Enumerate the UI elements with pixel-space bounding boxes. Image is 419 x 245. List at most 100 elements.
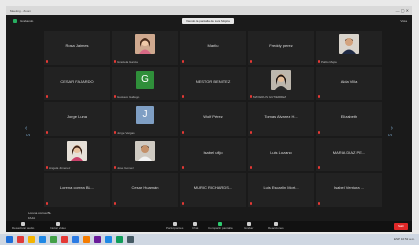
participant-name: Lorena correa BL...	[59, 185, 95, 191]
participant-video	[67, 140, 87, 161]
participant-label: Angela Jimenez	[49, 166, 71, 171]
participant-tile[interactable]: Luis Escarlin Mort...	[248, 173, 314, 207]
participant-video	[135, 34, 155, 54]
participant-tile[interactable]: MURIC RICHARDS...	[180, 173, 246, 207]
muted-mic-icon	[318, 59, 320, 63]
participant-tile[interactable]: Jorge Luna	[44, 102, 110, 136]
system-tray-clock: ESP 10:52 a.m.	[394, 237, 415, 241]
participant-name: Isabel ufijo	[203, 149, 223, 155]
leave-button[interactable]: Salir	[394, 223, 408, 230]
zoom-window: Meeting - Zoom — ▢ ✕ Grabando Viendo la …	[6, 6, 412, 232]
participant-name: Cesar Huamán	[131, 185, 159, 191]
toolbar-label: Participantes	[166, 226, 184, 230]
recording-status: Grabando	[20, 19, 34, 23]
participant-name: Aida Villa	[340, 78, 358, 84]
taskbar-app-icon[interactable]	[28, 236, 35, 243]
muted-mic-icon	[250, 59, 252, 63]
toolbar-label: Reacciones	[268, 226, 284, 230]
participant-tile[interactable]: Isabel Ventura ...	[316, 173, 382, 207]
view-button[interactable]: Vista	[400, 19, 407, 23]
participant-tile[interactable]: Angela Jimenez	[44, 137, 110, 172]
taskbar-app-icon[interactable]	[72, 236, 79, 243]
muted-mic-icon	[318, 201, 320, 205]
participant-tile[interactable]: Luis Lozano	[248, 137, 314, 172]
participant-tile[interactable]: Freddy perez	[248, 31, 314, 65]
video-button[interactable]: Iniciar video	[50, 222, 66, 230]
participant-tile[interactable]: Rosa Jaimes	[44, 31, 110, 65]
taskbar-app-icon[interactable]	[17, 236, 24, 243]
participant-tile[interactable]: Pablo Mejia	[316, 31, 382, 65]
participant-tile[interactable]: Marilu	[180, 31, 246, 65]
toolbar-label: Compartir pantalla	[208, 226, 233, 230]
participant-tile[interactable]: MARIA DIAZ PE...	[316, 137, 382, 172]
muted-mic-icon	[182, 166, 184, 170]
mic-button[interactable]: Desactivar audio	[12, 222, 34, 230]
muted-mic-icon	[46, 130, 48, 134]
participant-tile[interactable]: Elizabeth	[316, 102, 382, 136]
window-controls[interactable]: — ▢ ✕	[396, 8, 409, 13]
participant-tile[interactable]: Cesar Huamán	[112, 173, 178, 207]
shield-icon[interactable]	[13, 19, 17, 23]
participant-name: Luis Lozano	[270, 149, 292, 155]
taskbar-app-icon[interactable]	[39, 236, 46, 243]
toolbar-label: Desactivar audio	[12, 226, 35, 230]
meeting-topbar: Grabando Viendo la pantalla de Luis Moji…	[6, 15, 412, 28]
muted-mic-icon	[318, 130, 320, 134]
participant-name: Luis Escarlin Mort...	[263, 185, 299, 191]
taskbar-app-icon[interactable]	[116, 236, 123, 243]
next-page-arrow[interactable]: ›	[391, 125, 393, 132]
participant-tile[interactable]: Isabel ufijo	[180, 137, 246, 172]
participant-video	[271, 69, 291, 90]
taskbar-app-icon[interactable]	[83, 236, 90, 243]
participant-name: Marilu	[207, 43, 219, 48]
participant-tile[interactable]: G Gustavo Gallego	[112, 66, 178, 101]
muted-mic-icon	[46, 95, 48, 99]
muted-mic-icon	[182, 59, 184, 63]
toolbar-label: Grabar	[244, 226, 254, 230]
share-button[interactable]: Compartir pantalla	[208, 222, 233, 230]
participant-tile[interactable]: CESAR FAJARDO	[44, 66, 110, 101]
participant-tile[interactable]: Jose Gomez	[112, 137, 178, 172]
toolbar-label: Chat	[192, 226, 199, 230]
participant-tile[interactable]: MAYERLIS GUTIERREZ	[248, 66, 314, 101]
participants-button[interactable]: Participantes	[166, 222, 183, 230]
participant-tile[interactable]: J Jorge Vargas	[112, 102, 178, 136]
window-title: Meeting - Zoom	[10, 9, 32, 13]
participant-name: Freddy perez	[269, 43, 293, 48]
participant-tile[interactable]: NESTOR BENITEZ	[180, 66, 246, 101]
participant-tile[interactable]: Wolf Pérez	[180, 102, 246, 136]
chat-button[interactable]: Chat	[192, 222, 198, 230]
participant-initial-avatar: G	[136, 70, 154, 89]
muted-mic-icon	[250, 130, 252, 134]
record-button[interactable]: Grabar	[244, 222, 253, 230]
participant-tile[interactable]: Tomas Alvarez H...	[248, 102, 314, 136]
taskbar-app-icon[interactable]	[105, 236, 112, 243]
muted-mic-icon	[114, 130, 116, 134]
reactions-button[interactable]: Reacciones	[268, 222, 284, 230]
participant-label: MAYERLIS GUTIERREZ	[253, 95, 287, 100]
taskbar-app-icon[interactable]	[6, 236, 13, 243]
participant-name: NESTOR BENITEZ	[195, 78, 231, 84]
prev-page-arrow[interactable]: ‹	[25, 125, 27, 132]
taskbar-app-icon[interactable]	[50, 236, 57, 243]
participant-tile[interactable]: Aida Villa	[316, 66, 382, 101]
participant-label: Jorge Vargas	[117, 130, 135, 135]
participant-label: Jose Gomez	[117, 166, 134, 171]
muted-mic-icon	[114, 201, 116, 205]
muted-mic-icon	[46, 201, 48, 205]
participant-tile[interactable]: Graciela Garcia	[112, 31, 178, 65]
participant-tile[interactable]: Lorena correa BL...	[44, 173, 110, 207]
muted-mic-icon	[250, 166, 252, 170]
taskbar-app-icon[interactable]	[94, 236, 101, 243]
taskbar-app-icon[interactable]	[61, 236, 68, 243]
muted-mic-icon	[318, 95, 320, 99]
muted-mic-icon	[46, 166, 48, 170]
taskbar-app-icon[interactable]	[127, 236, 134, 243]
muted-mic-icon	[114, 59, 116, 63]
participant-video	[135, 140, 155, 161]
muted-mic-icon	[182, 95, 184, 99]
screen-share-banner[interactable]: Viendo la pantalla de Luis Mojica	[182, 18, 234, 24]
prev-page-number: 1/3	[26, 133, 31, 137]
participant-label: Gustavo Gallego	[117, 95, 140, 100]
muted-mic-icon	[114, 166, 116, 170]
